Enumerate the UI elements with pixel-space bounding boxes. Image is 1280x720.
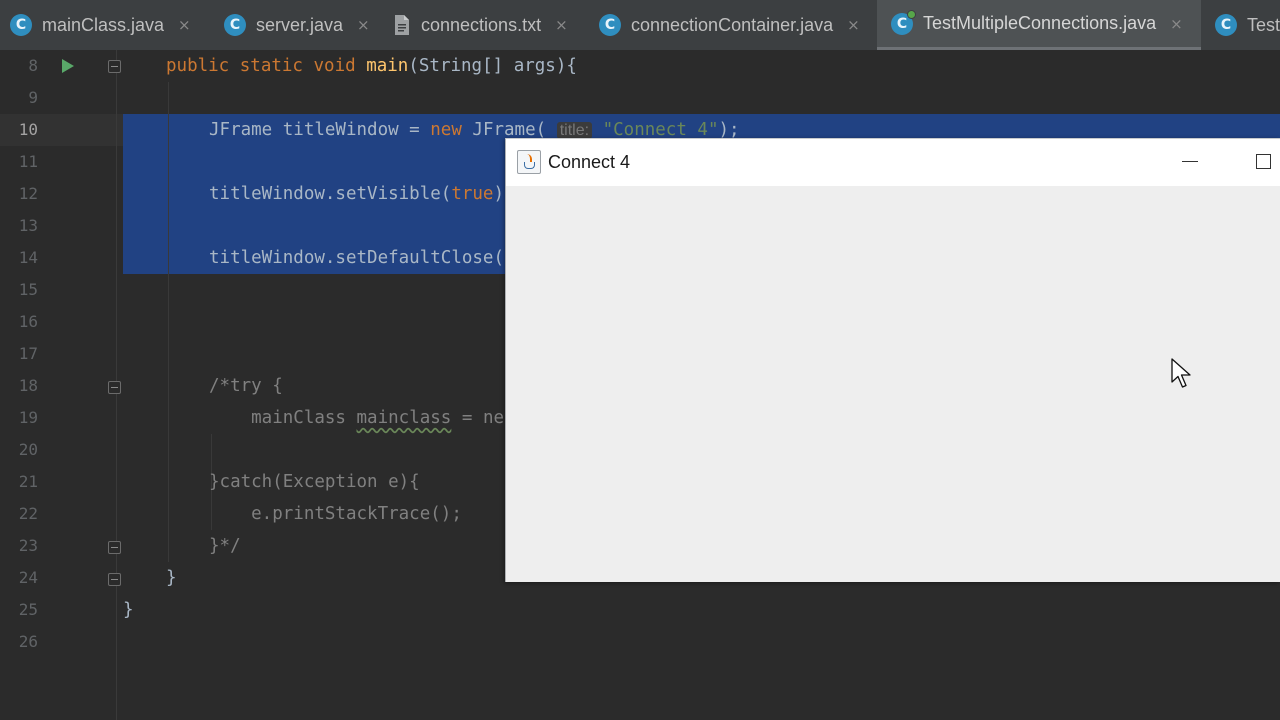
code-line-8: public static void main(String[] args){ bbox=[166, 56, 577, 76]
spelling-warning: mainclass bbox=[356, 408, 452, 428]
fold-icon[interactable] bbox=[108, 573, 121, 586]
tab-label: mainClass.java bbox=[42, 14, 165, 35]
line-number: 20 bbox=[18, 440, 38, 459]
line-number: 15 bbox=[18, 280, 38, 299]
fold-icon[interactable] bbox=[108, 60, 121, 73]
code-line-22: e.printStackTrace(); bbox=[209, 504, 462, 524]
tab-server-java[interactable]: C server.java × bbox=[224, 0, 370, 50]
maximize-icon[interactable] bbox=[1256, 154, 1271, 169]
java-cup-icon bbox=[517, 150, 541, 174]
tab-label: connectionContainer.java bbox=[631, 14, 834, 35]
parameter-hint: title: bbox=[556, 122, 593, 139]
tab-test-overflow[interactable]: C Test bbox=[1215, 0, 1280, 50]
line-number: 23 bbox=[18, 536, 38, 555]
text-file-icon bbox=[393, 14, 411, 36]
indent-guide bbox=[168, 82, 169, 562]
code-line-23: }*/ bbox=[209, 536, 241, 556]
line-number: 12 bbox=[18, 184, 38, 203]
line-number: 24 bbox=[18, 568, 38, 587]
tab-label: server.java bbox=[256, 14, 344, 35]
code-line-18: /*try { bbox=[209, 376, 283, 396]
java-class-icon: C bbox=[599, 14, 621, 36]
jframe-title: Connect 4 bbox=[548, 152, 631, 172]
line-number: 17 bbox=[18, 344, 38, 363]
tab-connectioncontainer-java[interactable]: C connectionContainer.java × bbox=[599, 0, 860, 50]
java-class-icon: C bbox=[10, 14, 32, 36]
tab-label: Test bbox=[1247, 14, 1280, 35]
editor-tab-bar: C mainClass.java × C server.java × conne… bbox=[0, 0, 1280, 50]
tab-testmultipleconnections-java[interactable]: C TestMultipleConnections.java × bbox=[877, 0, 1201, 50]
line-number: 25 bbox=[18, 600, 38, 619]
code-line-25: } bbox=[123, 600, 134, 620]
java-class-icon: C bbox=[224, 14, 246, 36]
code-line-24: } bbox=[166, 568, 177, 588]
run-icon[interactable] bbox=[62, 59, 74, 73]
line-number: 16 bbox=[18, 312, 38, 331]
close-icon[interactable]: × bbox=[1170, 15, 1183, 33]
tab-label: TestMultipleConnections.java bbox=[923, 13, 1157, 33]
line-number: 13 bbox=[18, 216, 38, 235]
tab-mainclass-java[interactable]: C mainClass.java × bbox=[10, 0, 191, 50]
line-number: 10 bbox=[18, 120, 38, 139]
minimize-icon[interactable] bbox=[1182, 161, 1198, 162]
line-number: 21 bbox=[18, 472, 38, 491]
close-icon[interactable]: × bbox=[178, 16, 191, 34]
close-icon[interactable]: × bbox=[847, 16, 860, 34]
line-number: 14 bbox=[18, 248, 38, 267]
line-number: 26 bbox=[18, 632, 38, 651]
jframe-title-bar[interactable]: Connect 4 bbox=[506, 139, 1280, 186]
line-number: 18 bbox=[18, 376, 38, 395]
code-line-21: }catch(Exception e){ bbox=[209, 472, 420, 492]
line-number: 19 bbox=[18, 408, 38, 427]
code-line-14: titleWindow.setDefaultClose( bbox=[209, 248, 505, 268]
close-icon[interactable]: × bbox=[555, 16, 568, 34]
connect4-jframe-window[interactable]: Connect 4 bbox=[505, 138, 1280, 582]
line-number: 22 bbox=[18, 504, 38, 523]
tab-label: connections.txt bbox=[421, 14, 542, 35]
fold-icon[interactable] bbox=[108, 541, 121, 554]
mouse-cursor-icon bbox=[1171, 358, 1191, 388]
java-class-icon: C bbox=[1215, 14, 1237, 36]
line-number: 8 bbox=[28, 56, 38, 75]
code-line-19: mainClass mainclass = ne bbox=[209, 408, 505, 428]
tab-connections-txt[interactable]: connections.txt × bbox=[393, 0, 568, 50]
line-number: 11 bbox=[18, 152, 38, 171]
code-line-12: titleWindow.setVisible(true) bbox=[209, 184, 505, 204]
java-class-icon: C bbox=[891, 9, 916, 35]
line-number: 9 bbox=[28, 88, 38, 107]
fold-icon[interactable] bbox=[108, 381, 121, 394]
close-icon[interactable]: × bbox=[357, 16, 370, 34]
